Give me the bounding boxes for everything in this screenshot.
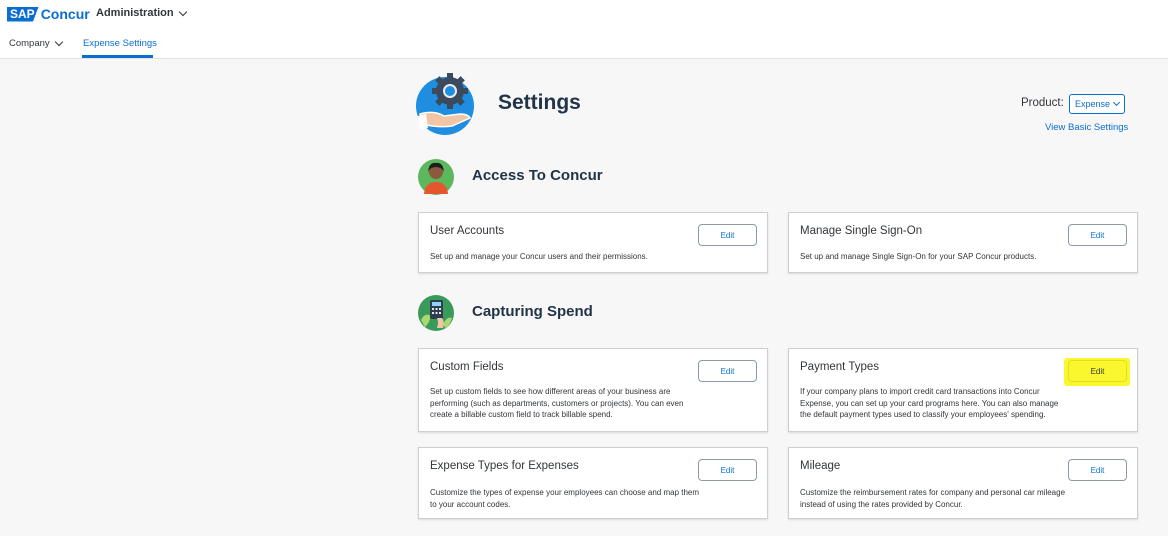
edit-button[interactable]: Edit: [698, 360, 757, 382]
card-title: Manage Single Sign-On: [800, 225, 923, 237]
card-manage-single-sign-on: Manage Single Sign-On Set up and manage …: [788, 212, 1138, 273]
chevron-down-icon: [54, 37, 63, 47]
page-title: Settings: [498, 91, 581, 114]
nav-company-label: Company: [9, 38, 50, 49]
card-title: User Accounts: [430, 225, 505, 237]
product-select-value: Expense: [1074, 99, 1111, 109]
administration-menu[interactable]: Administration: [96, 7, 187, 19]
section-title-spend: Capturing Spend: [472, 303, 593, 320]
sap-concur-logo[interactable]: SAP Concur: [7, 6, 90, 22]
chevron-down-icon: [178, 7, 187, 16]
edit-button[interactable]: Edit: [698, 224, 757, 246]
spend-receipt-icon: [418, 295, 454, 331]
card-mileage: Mileage Customize the reimbursement rate…: [788, 447, 1138, 519]
card-description: Customize the reimbursement rates for co…: [800, 488, 1066, 509]
card-expense-types: Expense Types for Expenses Customize the…: [418, 447, 768, 519]
card-custom-fields: Custom Fields Set up custom fields to se…: [418, 348, 768, 432]
nav-expense-settings[interactable]: Expense Settings: [83, 38, 157, 49]
edit-button[interactable]: Edit: [1068, 224, 1127, 246]
card-description: Set up and manage your Concur users and …: [430, 252, 648, 261]
chevron-down-icon: [1112, 98, 1121, 107]
product-label: Product:: [1021, 97, 1064, 109]
view-basic-settings-link[interactable]: View Basic Settings: [1045, 122, 1128, 133]
edit-button-highlighted[interactable]: Edit: [1068, 360, 1127, 382]
top-bar: SAP Concur Administration Company Expens…: [0, 0, 1168, 59]
card-payment-types: Payment Types If your company plans to i…: [788, 348, 1138, 432]
product-select[interactable]: Expense: [1069, 94, 1125, 114]
card-description: Customize the types of expense your empl…: [430, 488, 700, 509]
active-tab-indicator: [82, 55, 153, 58]
section-title-access: Access To Concur: [472, 167, 603, 184]
logo-sap-text: SAP: [7, 6, 39, 22]
logo-concur-text: Concur: [40, 6, 90, 22]
card-user-accounts: User Accounts Set up and manage your Con…: [418, 212, 768, 273]
nav-company[interactable]: Company: [9, 37, 63, 49]
edit-button[interactable]: Edit: [1068, 459, 1127, 481]
edit-button[interactable]: Edit: [698, 459, 757, 481]
card-title: Payment Types: [800, 361, 880, 373]
card-title: Custom Fields: [430, 361, 504, 373]
card-description: If your company plans to import credit c…: [800, 387, 1059, 419]
card-title: Expense Types for Expenses: [430, 460, 579, 472]
settings-gear-hand-icon: [416, 73, 474, 135]
person-avatar-icon: [418, 159, 454, 195]
card-description: Set up custom fields to see how differen…: [430, 387, 684, 419]
administration-menu-label: Administration: [96, 7, 174, 19]
card-title: Mileage: [800, 460, 841, 472]
card-description: Set up and manage Single Sign-On for you…: [800, 252, 1037, 261]
